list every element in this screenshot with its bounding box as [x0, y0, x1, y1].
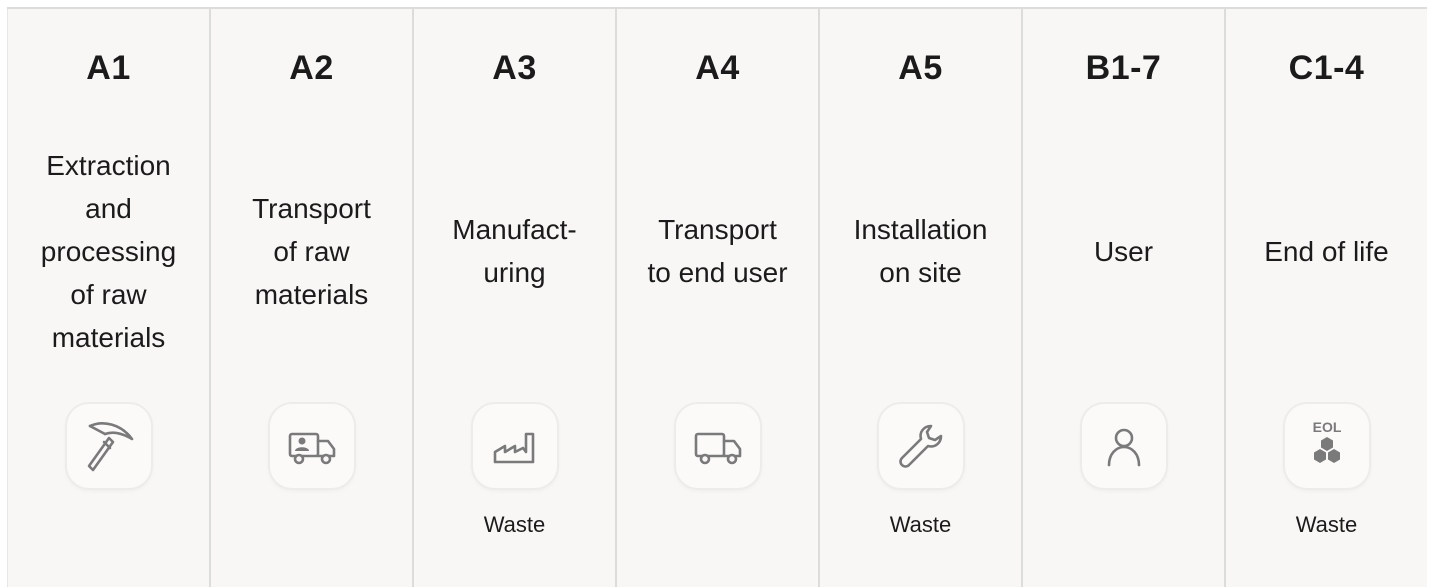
stage-description: Extraction and processing of raw materia… — [40, 150, 177, 353]
stage-code: A1 — [86, 49, 131, 87]
stage-description: End of life — [1264, 236, 1389, 267]
wrench-icon — [878, 404, 963, 488]
stage-code: A3 — [492, 49, 537, 87]
waste-label: Waste — [483, 512, 546, 537]
lifecycle-stages: A1 Extraction and processing of raw mate… — [7, 7, 1427, 587]
stage-description: User — [1093, 236, 1154, 267]
stage-description: Transport of raw materials — [252, 193, 371, 310]
stage-code: A2 — [289, 49, 334, 87]
stage-a1: A1 Extraction and processing of raw mate… — [7, 9, 209, 587]
waste-label: Waste — [889, 512, 952, 537]
stage-description: Installation on site — [853, 214, 988, 288]
stage-c1-4: C1-4 End of life EOL Waste — [1224, 9, 1427, 587]
stage-code: C1-4 — [1288, 49, 1365, 87]
stage-a4: A4 Transport to end user — [615, 9, 818, 587]
stage-a5: A5 Installation on site Waste — [818, 9, 1021, 587]
user-icon — [1081, 404, 1166, 488]
stage-code: A5 — [898, 49, 943, 87]
waste-label: Waste — [1295, 512, 1358, 537]
pickaxe-icon — [66, 404, 151, 488]
stage-a2: A2 Transport of raw materials — [209, 9, 412, 587]
eol-hexagons-icon: EOL — [1284, 404, 1369, 488]
factory-icon — [472, 404, 557, 488]
eol-icon-text: EOL — [1312, 419, 1341, 435]
stage-a3: A3 Manufact- uring Waste — [412, 9, 615, 587]
truck-with-person-icon — [269, 404, 354, 488]
stage-description: Manufact- uring — [452, 214, 577, 288]
stage-b1-7: B1-7 User — [1021, 9, 1224, 587]
stage-description: Transport to end user — [647, 214, 788, 288]
stage-code: A4 — [695, 49, 740, 87]
truck-icon — [675, 404, 760, 488]
stage-code: B1-7 — [1085, 49, 1162, 87]
